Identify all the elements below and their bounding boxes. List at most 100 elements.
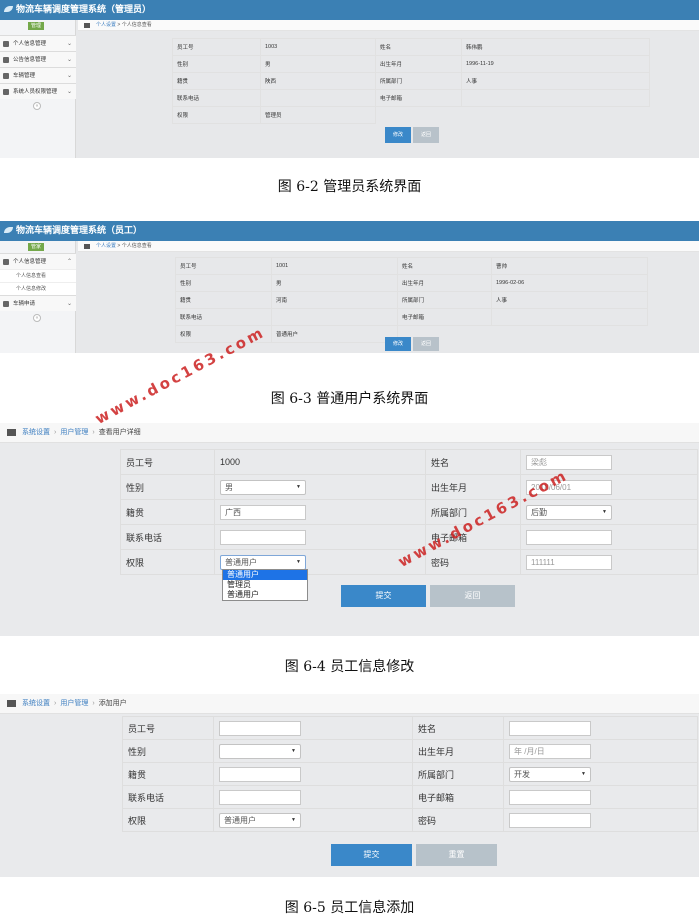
caret-down-icon: ▼	[602, 508, 607, 515]
origin-input[interactable]: 广西	[220, 504, 306, 520]
sidebar-item-notice[interactable]: 公告信息管理 ⌄	[0, 51, 76, 67]
chevron-down-icon: ⌄	[66, 89, 72, 95]
back-button[interactable]: 返回	[413, 127, 439, 143]
table-row: 籍贯 所属部门 开发 ▼	[122, 762, 698, 786]
app-title: 物流车辆调度管理系统（员工）	[16, 226, 143, 236]
sidebar-subitem-view[interactable]: 个人信息查看	[0, 269, 76, 282]
user-badge: 管家	[28, 243, 44, 251]
table-row: 权限 普通用户 ▼ 密码	[122, 808, 698, 832]
employee-form: 员工号 姓名 性别 ▼ 出生年月 年 /月/日 籍贯 所属部门 开发 ▼ 联系电话…	[122, 716, 698, 832]
table-row: 权限 管理员	[172, 106, 650, 124]
sidebar-subitem-edit[interactable]: 个人信息修改	[0, 282, 76, 295]
dropdown-option[interactable]: 普通用户	[223, 570, 307, 580]
chevron-down-icon: ⌄	[66, 301, 72, 307]
origin-input[interactable]	[219, 766, 301, 782]
figure-caption: 图 6-4 员工信息修改	[284, 659, 415, 675]
edit-employee-screen: 系统设置 › 用户管理 › 查看用户详细 员工号 1000 姓名 梁彪 性别 男 ▼ 出生…	[0, 423, 699, 636]
collapse-sidebar-icon[interactable]: «	[33, 102, 41, 110]
tag-icon	[3, 259, 9, 265]
submit-button[interactable]: 提交	[331, 844, 412, 866]
dropdown-option[interactable]: 管理员	[223, 580, 307, 590]
edit-icon	[3, 301, 9, 307]
caret-down-icon: ▼	[296, 558, 301, 565]
caret-down-icon: ▼	[291, 816, 296, 823]
table-row: 联系电话 电子邮箱	[172, 89, 650, 107]
figure-caption: 图 6-5 员工信息添加	[284, 900, 415, 916]
app-title-bar: 物流车辆调度管理系统（员工）	[0, 221, 699, 241]
home-icon[interactable]	[7, 429, 16, 436]
table-row: 联系电话 电子邮箱	[122, 785, 698, 809]
sidebar-item-personal[interactable]: 个人信息管理 ⌃	[0, 253, 76, 269]
department-select[interactable]: 开发 ▼	[509, 766, 591, 782]
caret-down-icon: ▼	[296, 483, 301, 490]
password-input[interactable]: 111111	[526, 554, 612, 570]
leaf-logo-icon	[4, 6, 13, 12]
table-row: 性别 ▼ 出生年月 年 /月/日	[122, 739, 698, 763]
add-employee-screen: 系统设置 › 用户管理 › 添加用户 员工号 姓名 性别 ▼ 出生年月 年 /月/日 籍…	[0, 694, 699, 877]
home-icon[interactable]	[84, 23, 90, 28]
name-input[interactable]: 梁彪	[526, 454, 612, 470]
caret-down-icon: ▼	[291, 747, 296, 754]
sidebar-item-vehicle[interactable]: 车辆管理 ⌄	[0, 67, 76, 83]
emp-no-input[interactable]	[219, 720, 301, 736]
table-row: 员工号 姓名	[122, 716, 698, 740]
leaf-logo-icon	[4, 227, 13, 233]
sidebar-item-vehicle-request[interactable]: 车辆申请 ⌄	[0, 295, 76, 311]
edit-button[interactable]: 修改	[385, 337, 411, 351]
submit-button[interactable]: 提交	[341, 585, 426, 607]
table-row: 籍贯 陕西 所属部门 人事	[172, 72, 650, 90]
admin-screen: 物流车辆调度管理系统（管理员） 管理 个人信息管理 ⌄ 公告信息管理 ⌄ 车辆管理 ⌄…	[0, 0, 699, 158]
sidebar-item-personal[interactable]: 个人信息管理 ⌄	[0, 35, 76, 51]
table-row: 性别 男 ▼ 出生年月 2018/06/01	[120, 474, 698, 500]
figure-caption: 图 6-2 管理员系统界面	[277, 179, 422, 195]
phone-input[interactable]	[220, 529, 306, 545]
gender-select[interactable]: 男 ▼	[220, 479, 306, 495]
birth-date-input[interactable]: 年 /月/日	[509, 743, 591, 759]
edit-button[interactable]: 修改	[385, 127, 411, 143]
table-row: 联系电话 电子邮箱	[175, 308, 648, 326]
table-row: 性别男出生年月 1996-11-19	[172, 55, 650, 73]
profile-table: 员工号 1003 姓名 韩伟鹏 性别男出生年月 1996-11-19 籍贯 陕西 所属部门人…	[172, 38, 650, 124]
breadcrumb: 个人设置 > 个人信息查看	[78, 241, 699, 252]
email-input[interactable]	[526, 529, 612, 545]
edit-icon	[3, 73, 9, 79]
monitor-icon	[3, 57, 9, 63]
password-input[interactable]	[509, 812, 591, 828]
chevron-down-icon: ⌄	[66, 41, 72, 47]
tag-icon	[3, 89, 9, 95]
back-button[interactable]: 返回	[413, 337, 439, 351]
sidebar: 管家 个人信息管理 ⌃ 个人信息查看 个人信息修改 车辆申请 ⌄ «	[0, 241, 76, 353]
sidebar: 管理 个人信息管理 ⌄ 公告信息管理 ⌄ 车辆管理 ⌄ 系统人员权限管理 ⌄ «	[0, 20, 76, 158]
role-select[interactable]: 普通用户 ▼	[220, 554, 306, 570]
home-icon[interactable]	[84, 244, 90, 249]
breadcrumb: 系统设置 › 用户管理 › 添加用户	[0, 694, 699, 714]
gender-select[interactable]: ▼	[219, 743, 301, 759]
phone-input[interactable]	[219, 789, 301, 805]
chevron-down-icon: ⌄	[66, 73, 72, 79]
table-row: 员工号 1001 姓名 曹帅	[175, 257, 648, 275]
caret-down-icon: ▼	[581, 770, 586, 777]
app-title: 物流车辆调度管理系统（管理员）	[16, 5, 152, 15]
reset-button[interactable]: 重置	[416, 844, 497, 866]
role-select[interactable]: 普通用户 ▼	[219, 812, 301, 828]
tag-icon	[3, 41, 9, 47]
role-dropdown: 普通用户 管理员 普通用户	[222, 569, 308, 601]
table-row: 籍贯 河南 所属部门 人事	[175, 291, 648, 309]
email-input[interactable]	[509, 789, 591, 805]
back-button[interactable]: 返回	[430, 585, 515, 607]
name-input[interactable]	[509, 720, 591, 736]
home-icon[interactable]	[7, 700, 16, 707]
table-row: 性别男出生年月 1996-02-06	[175, 274, 648, 292]
table-row: 员工号 1003 姓名 韩伟鹏	[172, 38, 650, 56]
breadcrumb: 系统设置 › 用户管理 › 查看用户详细	[0, 423, 699, 443]
breadcrumb: 个人设置 > 个人信息查看	[78, 20, 699, 31]
chevron-down-icon: ⌄	[66, 57, 72, 63]
department-select[interactable]: 后勤 ▼	[526, 504, 612, 520]
table-row: 籍贯 广西 所属部门 后勤 ▼	[120, 499, 698, 525]
dropdown-option[interactable]: 普通用户	[223, 590, 307, 600]
user-badge: 管理	[28, 22, 44, 30]
collapse-sidebar-icon[interactable]: «	[33, 314, 41, 322]
sidebar-item-permissions[interactable]: 系统人员权限管理 ⌄	[0, 83, 76, 99]
table-row: 员工号 1000 姓名 梁彪	[120, 449, 698, 475]
app-title-bar: 物流车辆调度管理系统（管理员）	[0, 0, 699, 20]
